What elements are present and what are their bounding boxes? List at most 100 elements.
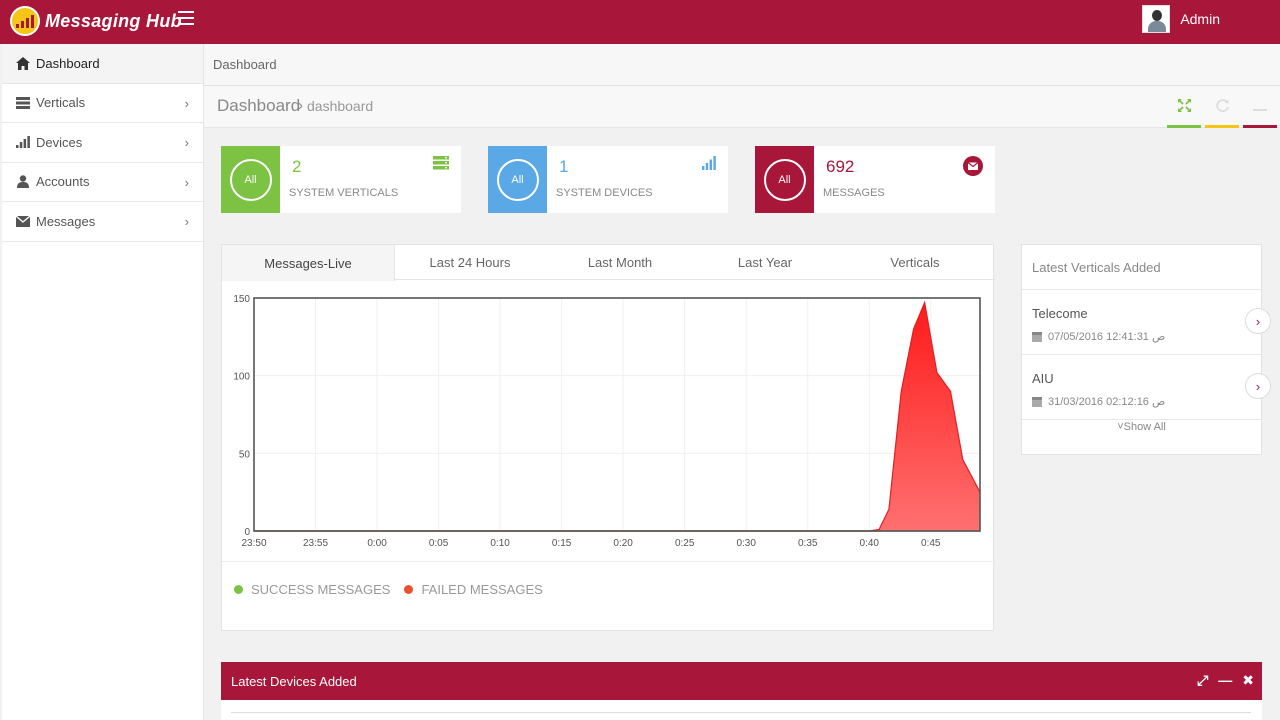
x-tick-label: 0:35 — [798, 538, 818, 549]
sidebar-item-label: Messages — [36, 213, 96, 229]
page-subtitle: dashboard — [307, 98, 374, 114]
minus-icon[interactable]: — — [1218, 672, 1232, 689]
sidebar-item-label: Dashboard — [36, 55, 100, 71]
list-item[interactable]: Telecome 07/05/2016 12:41:31 ص › — [1022, 290, 1271, 355]
stat-card-side: All — [488, 146, 547, 213]
app-logo[interactable]: Messaging Hub — [10, 4, 182, 38]
signal-icon — [16, 135, 30, 149]
tab-last-month[interactable]: Last Month — [545, 245, 695, 280]
x-tick-label: 0:15 — [552, 538, 572, 549]
refresh-button[interactable] — [1205, 86, 1239, 128]
date-text: 31/03/2016 02:12:16 ص — [1048, 396, 1166, 408]
date-text: 07/05/2016 12:41:31 ص — [1048, 331, 1166, 343]
y-tick-label: 50 — [239, 449, 251, 460]
top-navbar: Messaging Hub Admin — [0, 0, 1280, 44]
vertical-name: AIU — [1032, 371, 1054, 386]
minimize-button[interactable] — [1243, 86, 1277, 128]
page-title: Dashboard — [217, 96, 301, 115]
stat-ring[interactable]: All — [763, 158, 806, 201]
series-line-failed — [254, 300, 981, 532]
chevron-right-icon: › — [184, 214, 189, 229]
legend-label: SUCCESS MESSAGES — [251, 582, 391, 597]
legend-item-success[interactable]: SUCCESS MESSAGES — [234, 582, 390, 597]
expand-icon — [1177, 98, 1192, 117]
messages-area-chart: 23:50 23:55 0:00 0:05 0:10 0:15 0:20 0:25 0:30 0:… — [233, 294, 981, 549]
show-all-link[interactable]: ˅Show All — [1022, 421, 1261, 433]
expand-button[interactable] — [1167, 86, 1201, 128]
stat-card-side: All — [221, 146, 280, 213]
calendar-icon — [1032, 331, 1042, 342]
refresh-icon — [1215, 98, 1230, 117]
x-tick-label: 0:25 — [675, 538, 695, 549]
menu-toggle-icon[interactable] — [178, 11, 194, 25]
x-tick-label: 0:30 — [736, 538, 756, 549]
stat-value: 1 — [559, 157, 569, 176]
user-menu[interactable]: Admin — [1142, 5, 1220, 33]
server-icon — [433, 156, 449, 175]
breadcrumb: Dashboard — [204, 44, 1280, 86]
sidebar-item-label: Devices — [36, 134, 83, 150]
user-icon — [16, 175, 30, 189]
sidebar-item-accounts[interactable]: Accounts › — [2, 163, 203, 202]
list-item[interactable]: AIU 31/03/2016 02:12:16 ص › — [1022, 355, 1271, 420]
x-tick-label: 23:55 — [303, 538, 328, 549]
messages-chart-panel: Messages-Live Last 24 Hours Last Month L… — [221, 244, 995, 631]
x-tick-label: 0:00 — [367, 538, 387, 549]
sidebar-item-messages[interactable]: Messages › — [2, 202, 203, 242]
home-icon — [16, 56, 30, 70]
breadcrumb-item[interactable]: Dashboard — [213, 57, 277, 72]
calendar-icon — [1032, 396, 1042, 407]
legend-dot — [234, 585, 243, 594]
user-name: Admin — [1180, 11, 1220, 27]
server-icon — [16, 96, 30, 110]
x-tick-label: 0:45 — [921, 538, 941, 549]
chevron-right-icon: › — [184, 95, 189, 111]
x-tick-label: 0:40 — [860, 538, 880, 549]
minus-icon — [1253, 99, 1267, 116]
stat-card-messages[interactable]: All 692 MESSAGES — [755, 146, 995, 213]
chevron-right-icon: › — [184, 135, 189, 150]
x-tick-label: 0:20 — [613, 538, 633, 549]
stat-label: SYSTEM DEVICES — [556, 187, 653, 199]
avatar — [1142, 5, 1171, 33]
legend-item-failed[interactable]: FAILED MESSAGES — [404, 582, 543, 597]
envelope-icon — [963, 156, 983, 181]
vertical-name: Telecome — [1032, 306, 1088, 321]
tab-verticals[interactable]: Verticals — [835, 245, 995, 280]
tab-messages-live[interactable]: Messages-Live — [222, 245, 395, 281]
sidebar-item-dashboard[interactable]: Dashboard — [2, 44, 203, 84]
sidebar-item-verticals[interactable]: Verticals › — [2, 84, 203, 123]
tab-last-year[interactable]: Last Year — [695, 245, 835, 280]
stat-card-verticals[interactable]: All 2 SYSTEM VERTICALS — [221, 146, 461, 213]
tab-last-24-hours[interactable]: Last 24 Hours — [395, 245, 545, 280]
series-area-failed — [254, 302, 980, 531]
signal-logo-icon — [10, 6, 40, 36]
chevron-right-icon[interactable]: › — [1245, 308, 1271, 334]
stat-label: MESSAGES — [823, 187, 885, 199]
expand-icon[interactable]: ⤢ — [1197, 672, 1208, 689]
sidebar-item-label: Accounts — [36, 174, 90, 190]
vertical-date: 31/03/2016 02:12:16 ص — [1032, 395, 1165, 408]
signal-icon — [702, 156, 716, 175]
x-tick-label: 23:50 — [241, 538, 266, 549]
sidebar-item-devices[interactable]: Devices › — [2, 123, 203, 163]
title-separator: › — [298, 97, 303, 114]
latest-verticals-panel: Latest Verticals Added Telecome 07/05/20… — [1021, 244, 1271, 455]
stat-ring[interactable]: All — [496, 158, 539, 201]
panel-tools: ⤢ — ✖ — [1197, 672, 1254, 689]
app-name: Messaging Hub — [45, 10, 182, 31]
sidebar-item-label: Verticals — [36, 95, 86, 111]
chevron-right-icon[interactable]: › — [1245, 373, 1271, 399]
page-header: Dashboard › dashboard — [204, 86, 1280, 128]
y-tick-label: 0 — [244, 527, 250, 538]
stat-ring[interactable]: All — [229, 158, 272, 201]
close-icon[interactable]: ✖ — [1242, 672, 1254, 689]
x-tick-label: 0:05 — [429, 538, 449, 549]
stat-card-devices[interactable]: All 1 SYSTEM DEVICES — [488, 146, 728, 213]
stat-label: SYSTEM VERTICALS — [289, 187, 399, 199]
y-tick-label: 150 — [233, 294, 250, 305]
plot-frame — [253, 297, 981, 532]
latest-devices-panel: Latest Devices Added ⤢ — ✖ — [221, 662, 1262, 720]
stat-card-side: All — [755, 146, 814, 213]
chart-legend: SUCCESS MESSAGES FAILED MESSAGES — [234, 582, 557, 597]
